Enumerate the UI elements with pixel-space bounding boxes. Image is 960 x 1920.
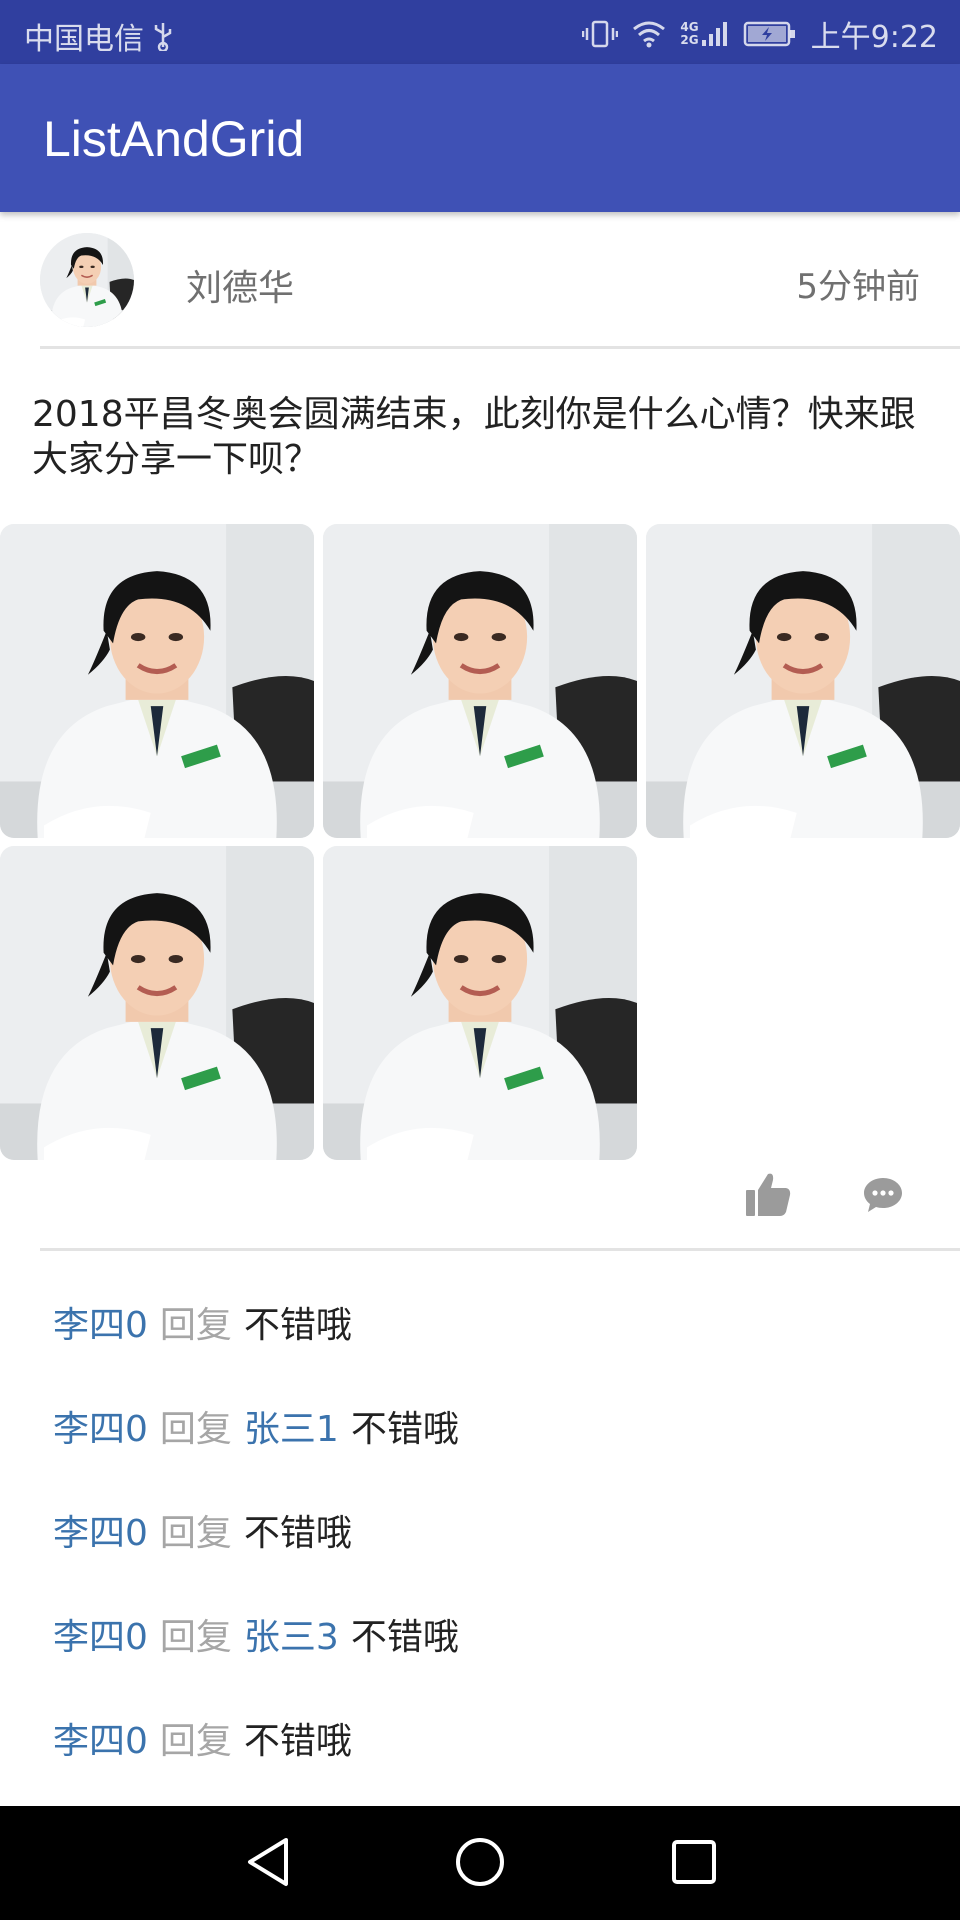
commenter-name[interactable]: 李四0 (53, 1409, 148, 1450)
comment-text: 不错哦 (350, 1409, 459, 1450)
navigation-bar (0, 1806, 960, 1920)
comment-item[interactable]: 李四0 回复 张三1 不错哦 (53, 1400, 459, 1452)
photo-thumbnail[interactable] (646, 524, 960, 838)
comment-item[interactable]: 李四0 回复 不错哦 (53, 1712, 352, 1764)
post-time: 5分钟前 (796, 267, 920, 307)
app-bar: ListAndGrid (0, 64, 960, 212)
reply-target-name[interactable]: 张三1 (244, 1409, 339, 1450)
user-name[interactable]: 刘德华 (186, 259, 294, 311)
wifi-icon (632, 20, 666, 48)
home-icon[interactable] (452, 1834, 508, 1894)
actions-divider (40, 1248, 960, 1251)
network-2g-label: 2G (680, 33, 699, 47)
app-title: ListAndGrid (43, 111, 305, 167)
vibrate-icon (582, 19, 619, 49)
photo-thumbnail[interactable] (0, 524, 314, 838)
photo-thumbnail[interactable] (323, 524, 637, 838)
battery-charging-icon (743, 20, 797, 48)
cellular-signal-icon: 4G 2G (680, 20, 728, 48)
commenter-name[interactable]: 李四0 (53, 1513, 148, 1554)
carrier-label: 中国电信 (24, 22, 144, 57)
comment-bubble-icon[interactable] (862, 1174, 904, 1220)
header-divider (40, 346, 960, 349)
reply-label: 回复 (159, 1721, 232, 1762)
clock: 上午9:22 (810, 20, 938, 55)
commenter-name[interactable]: 李四0 (53, 1305, 148, 1346)
recent-apps-icon[interactable] (668, 1834, 720, 1894)
comment-item[interactable]: 李四0 回复 张三3 不错哦 (53, 1608, 459, 1660)
photo-thumbnail[interactable] (323, 846, 637, 1160)
photo-thumbnail[interactable] (0, 846, 314, 1160)
reply-target-name[interactable]: 张三3 (244, 1617, 339, 1658)
reply-label: 回复 (159, 1513, 232, 1554)
comment-item[interactable]: 李四0 回复 不错哦 (53, 1296, 352, 1348)
reply-label: 回复 (159, 1409, 232, 1450)
back-icon[interactable] (242, 1834, 294, 1894)
comment-text: 不错哦 (350, 1617, 459, 1658)
status-bar: 中国电信 4G 2G 上午9:22 (0, 0, 960, 64)
thumbs-up-icon[interactable] (744, 1170, 792, 1222)
commenter-name[interactable]: 李四0 (53, 1721, 148, 1762)
reply-label: 回复 (159, 1305, 232, 1346)
commenter-name[interactable]: 李四0 (53, 1617, 148, 1658)
usb-icon (152, 21, 174, 51)
comment-text: 不错哦 (243, 1305, 352, 1346)
reply-label: 回复 (159, 1617, 232, 1658)
comment-text: 不错哦 (243, 1513, 352, 1554)
comment-text: 不错哦 (243, 1721, 352, 1762)
avatar[interactable] (40, 233, 134, 327)
post-text: 2018平昌冬奥会圆满结束，此刻你是什么心情？快来跟大家分享一下呗？ (32, 394, 916, 480)
comment-item[interactable]: 李四0 回复 不错哦 (53, 1504, 352, 1556)
